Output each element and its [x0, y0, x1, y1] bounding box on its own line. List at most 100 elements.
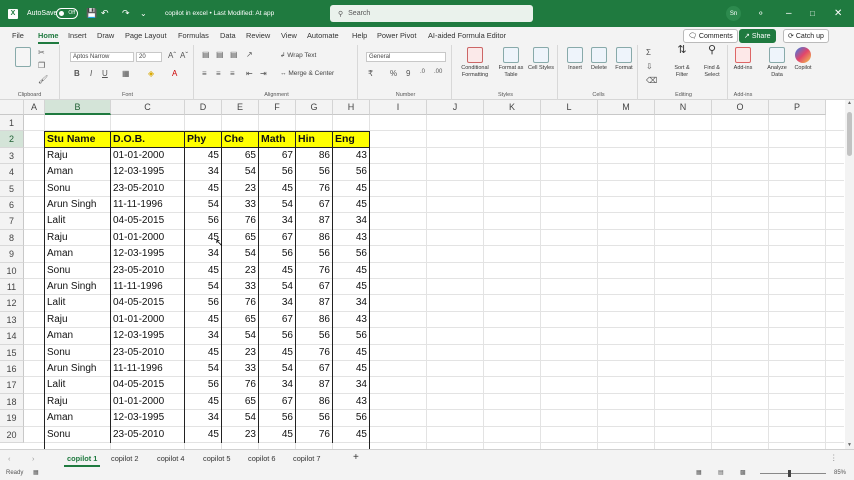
tab-power-pivot[interactable]: Power Pivot [377, 31, 416, 40]
font-color-icon[interactable]: A [172, 69, 177, 78]
font-size-select[interactable]: 20 [136, 52, 162, 62]
share-button[interactable]: ↗ Share [739, 29, 776, 43]
row-header-15[interactable]: 15 [0, 344, 24, 361]
column-header-j[interactable]: J [427, 100, 484, 115]
add-ins-button[interactable]: Add-ins [730, 47, 756, 72]
tab-file[interactable]: File [12, 31, 24, 40]
sheet-options-icon[interactable]: ⋮ [830, 453, 837, 462]
zoom-level[interactable]: 85% [834, 470, 846, 476]
next-sheet-icon[interactable]: › [32, 454, 34, 463]
tab-review[interactable]: Review [246, 31, 270, 40]
currency-icon[interactable]: ₹ [368, 69, 373, 78]
search-input[interactable]: ⚲ Search [330, 5, 533, 22]
increase-decimal-icon[interactable]: .0 [420, 69, 425, 75]
column-header-i[interactable]: I [370, 100, 427, 115]
increase-font-icon[interactable]: Aˆ [168, 51, 176, 60]
row-header-11[interactable]: 11 [0, 279, 24, 296]
align-bottom-icon[interactable]: ▤ [230, 50, 238, 59]
number-format-select[interactable]: General [366, 52, 446, 62]
tab-help[interactable]: Help [352, 31, 367, 40]
sheet-tab-copilot-6[interactable]: copilot 6 [248, 454, 276, 463]
page-layout-view-icon[interactable]: ▤ [718, 469, 724, 476]
vertical-scrollbar[interactable]: ▲ ▼ [845, 100, 854, 449]
accessibility-icon[interactable]: ▦ [33, 469, 39, 476]
row-header-6[interactable]: 6 [0, 197, 24, 214]
analyze-data-button[interactable]: Analyze Data [762, 47, 792, 79]
merge-center-button[interactable]: ↔ Merge & Center [280, 70, 334, 77]
row-header-8[interactable]: 8 [0, 229, 24, 247]
add-sheet-button[interactable]: + [353, 452, 359, 463]
row-header-5[interactable]: 5 [0, 180, 24, 197]
row-header-1[interactable]: 1 [0, 115, 24, 132]
zoom-slider[interactable] [760, 470, 826, 477]
orientation-icon[interactable]: ↗ [246, 50, 253, 59]
column-header-o[interactable]: O [712, 100, 769, 115]
scroll-thumb[interactable] [847, 112, 852, 156]
column-header-a[interactable]: A [24, 100, 45, 115]
autosave-toggle[interactable]: Off [52, 0, 78, 27]
row-header-3[interactable]: 3 [0, 147, 24, 165]
tab-page-layout[interactable]: Page Layout [125, 31, 167, 40]
normal-view-icon[interactable]: ▦ [696, 469, 702, 476]
scroll-up-icon[interactable]: ▲ [845, 100, 854, 106]
column-header-h[interactable]: H [333, 100, 370, 115]
column-header-b[interactable]: B [45, 100, 111, 115]
tab-ai-formula-editor[interactable]: AI-aided Formula Editor [428, 31, 506, 40]
row-header-13[interactable]: 13 [0, 311, 24, 329]
minimize-icon[interactable]: – [786, 0, 792, 27]
column-header-d[interactable]: D [185, 100, 222, 115]
catch-up-button[interactable]: ⟳ Catch up [783, 29, 829, 43]
column-header-f[interactable]: F [259, 100, 296, 115]
column-header-e[interactable]: E [222, 100, 259, 115]
percent-icon[interactable]: % [390, 69, 397, 78]
underline-icon[interactable]: U [102, 69, 108, 78]
comma-icon[interactable]: 9 [406, 69, 410, 78]
sheet-tab-copilot-2[interactable]: copilot 2 [111, 454, 139, 463]
font-name-select[interactable]: Aptos Narrow [70, 52, 134, 62]
tab-view[interactable]: View [281, 31, 297, 40]
row-header-16[interactable]: 16 [0, 361, 24, 378]
sheet-tab-copilot-4[interactable]: copilot 4 [157, 454, 185, 463]
column-header-c[interactable]: C [111, 100, 185, 115]
column-header-p[interactable]: P [769, 100, 826, 115]
column-header-g[interactable]: G [296, 100, 333, 115]
decrease-decimal-icon[interactable]: .00 [434, 69, 442, 75]
row-header-2[interactable]: 2 [0, 131, 24, 148]
clear-icon[interactable]: ⌫ [646, 76, 657, 85]
row-header-10[interactable]: 10 [0, 262, 24, 279]
format-cells-button[interactable]: Format [612, 47, 636, 72]
insert-cells-button[interactable]: Insert [564, 47, 586, 72]
paste-button[interactable] [12, 47, 34, 69]
tab-formulas[interactable]: Formulas [178, 31, 209, 40]
document-title[interactable]: copilot in excel • Last Modified: At app [165, 0, 274, 27]
align-left-icon[interactable]: ≡ [202, 69, 207, 78]
autosum-icon[interactable]: Σ [646, 48, 651, 57]
copy-icon[interactable]: ❐ [38, 61, 45, 70]
fill-icon[interactable]: ⇩ [646, 62, 653, 71]
column-header-k[interactable]: K [484, 100, 541, 115]
sheet-tab-copilot-1[interactable]: copilot 1 [63, 454, 101, 467]
cut-icon[interactable]: ✂ [38, 48, 45, 57]
decrease-font-icon[interactable]: Aˇ [180, 51, 188, 60]
bold-icon[interactable]: B [74, 69, 80, 78]
tab-home[interactable]: Home [38, 31, 59, 44]
conditional-formatting-button[interactable]: Conditional Formatting [456, 47, 494, 79]
column-header-l[interactable]: L [541, 100, 598, 115]
borders-icon[interactable]: ▦ [122, 69, 130, 78]
scroll-down-icon[interactable]: ▼ [845, 442, 854, 448]
row-header-9[interactable]: 9 [0, 246, 24, 263]
spreadsheet-grid[interactable]: A B C D E F G H I J K L M N O P 1 2 3 4 5 6 7 8 9 10 11 12 13 14 15 16 1… [0, 100, 845, 449]
format-painter-icon[interactable]: 🖌 [38, 75, 48, 84]
find-select-button[interactable]: ⚲ Find & Select [698, 45, 726, 79]
fill-color-icon[interactable]: ◈ [148, 69, 154, 78]
increase-indent-icon[interactable]: ⇥ [260, 69, 267, 78]
italic-icon[interactable]: I [90, 69, 92, 78]
comments-button[interactable]: 🗨 Comments [683, 29, 738, 43]
wrap-text-button[interactable]: ↲ Wrap Text [280, 51, 316, 59]
redo-icon[interactable]: ↷ [122, 0, 130, 27]
column-header-m[interactable]: M [598, 100, 655, 115]
format-as-table-button[interactable]: Format as Table [496, 47, 526, 79]
row-header-20[interactable]: 20 [0, 426, 24, 443]
align-right-icon[interactable]: ≡ [230, 69, 235, 78]
decrease-indent-icon[interactable]: ⇤ [246, 69, 253, 78]
